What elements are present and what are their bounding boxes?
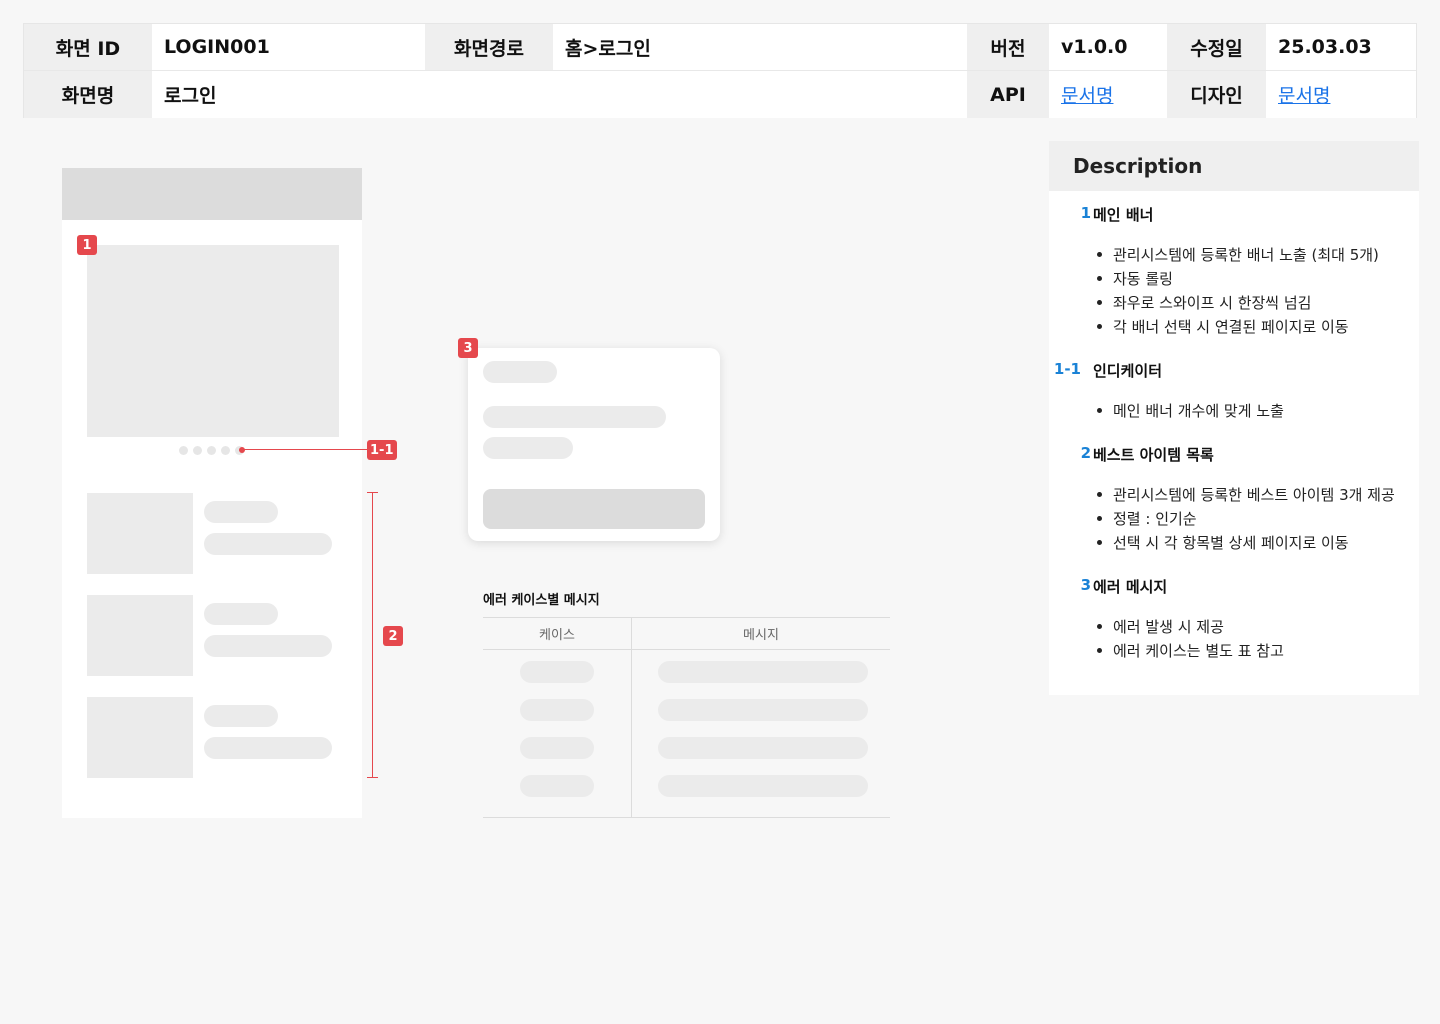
best-item-title-placeholder	[204, 705, 278, 727]
design-value-cell: 문서명	[1266, 71, 1416, 118]
indicator-leader-dot	[239, 447, 245, 453]
col-header-case: 케이스	[539, 628, 575, 643]
description-title: Description	[1049, 141, 1419, 191]
screen-name-label: 화면명	[24, 71, 152, 118]
best-item-thumbnail	[87, 493, 193, 574]
marker-badge-2: 2	[383, 626, 403, 646]
marker-badge-1: 1	[77, 235, 97, 255]
description-bullet: 메인 배너 개수에 맞게 노출	[1097, 400, 1284, 421]
screen-path-label: 화면경로	[425, 24, 553, 71]
col-header-message: 메시지	[743, 628, 779, 643]
modified-date-label: 수정일	[1167, 24, 1266, 71]
best-item-title-placeholder	[204, 603, 278, 625]
bracket-cap-top	[367, 492, 378, 493]
description-bullet: 정렬 : 인기순	[1097, 508, 1197, 529]
banner-indicator	[179, 446, 244, 455]
best-item-desc-placeholder	[204, 635, 332, 657]
case-placeholder	[520, 775, 594, 797]
message-placeholder	[658, 661, 868, 683]
case-placeholder	[520, 699, 594, 721]
description-bullet: 선택 시 각 항목별 상세 페이지로 이동	[1097, 532, 1349, 553]
screen-id-label: 화면 ID	[24, 24, 152, 71]
error-table-header: 케이스 메시지	[483, 618, 890, 650]
screen-name-value: 로그인	[152, 71, 967, 118]
main-banner-placeholder	[87, 245, 339, 437]
description-panel: Description 1 메인 배너 관리시스템에 등록한 배너 노출 (최대…	[1049, 141, 1419, 695]
api-label: API	[967, 71, 1049, 118]
section-number: 1	[1080, 204, 1091, 222]
case-placeholder	[520, 737, 594, 759]
description-bullet: 자동 롤링	[1097, 268, 1173, 289]
section-title: 에러 메시지	[1093, 578, 1168, 596]
screen-path-value: 홈>로그인	[553, 24, 967, 71]
section-title: 인디케이터	[1093, 362, 1163, 380]
error-table-title: 에러 케이스별 메시지	[483, 593, 600, 608]
section-title: 베스트 아이템 목록	[1093, 446, 1214, 464]
popup-message-placeholder	[483, 406, 666, 428]
description-bullet: 좌우로 스와이프 시 한장씩 넘김	[1097, 292, 1311, 313]
indicator-dot	[221, 446, 230, 455]
error-popup-wireframe	[468, 348, 720, 541]
indicator-dot	[207, 446, 216, 455]
popup-title-placeholder	[483, 361, 557, 383]
best-item-desc-placeholder	[204, 533, 332, 555]
best-item-title-placeholder	[204, 501, 278, 523]
design-doc-link[interactable]: 문서명	[1278, 81, 1330, 108]
section-title: 메인 배너	[1093, 206, 1154, 224]
api-value-cell: 문서명	[1049, 71, 1167, 118]
message-placeholder	[658, 737, 868, 759]
error-message-table: 케이스 메시지	[483, 617, 890, 818]
message-placeholder	[658, 775, 868, 797]
marker-badge-1-1: 1-1	[367, 440, 397, 460]
message-placeholder	[658, 699, 868, 721]
popup-message-placeholder	[483, 437, 573, 459]
description-bullet: 에러 발생 시 제공	[1097, 616, 1224, 637]
modified-date-value: 25.03.03	[1266, 24, 1416, 71]
case-placeholder	[520, 661, 594, 683]
best-items-bracket	[372, 492, 373, 778]
screen-id-value: LOGIN001	[152, 24, 425, 71]
bracket-cap-bottom	[367, 777, 378, 778]
section-number: 3	[1080, 576, 1091, 594]
app-top-bar-placeholder	[62, 168, 362, 220]
description-bullet: 각 배너 선택 시 연결된 페이지로 이동	[1097, 316, 1349, 337]
indicator-dot	[179, 446, 188, 455]
column-divider	[631, 618, 632, 817]
phone-wireframe	[62, 168, 362, 818]
description-bullet: 에러 케이스는 별도 표 참고	[1097, 640, 1284, 661]
marker-badge-3: 3	[458, 338, 478, 358]
indicator-leader-line	[242, 449, 367, 450]
api-doc-link[interactable]: 문서명	[1061, 81, 1113, 108]
section-number: 2	[1080, 444, 1091, 462]
description-bullet: 관리시스템에 등록한 배너 노출 (최대 5개)	[1097, 244, 1379, 265]
version-label: 버전	[967, 24, 1049, 71]
indicator-dot	[193, 446, 202, 455]
best-item-thumbnail	[87, 697, 193, 778]
section-number: 1-1	[1053, 360, 1081, 378]
design-label: 디자인	[1167, 71, 1266, 118]
screen-info-header: 화면 ID LOGIN001 화면경로 홈>로그인 버전 v1.0.0 수정일 …	[23, 23, 1417, 118]
best-item-thumbnail	[87, 595, 193, 676]
version-value: v1.0.0	[1049, 24, 1167, 71]
description-bullet: 관리시스템에 등록한 베스트 아이템 3개 제공	[1097, 484, 1395, 505]
popup-confirm-button-placeholder	[483, 489, 705, 529]
best-item-desc-placeholder	[204, 737, 332, 759]
